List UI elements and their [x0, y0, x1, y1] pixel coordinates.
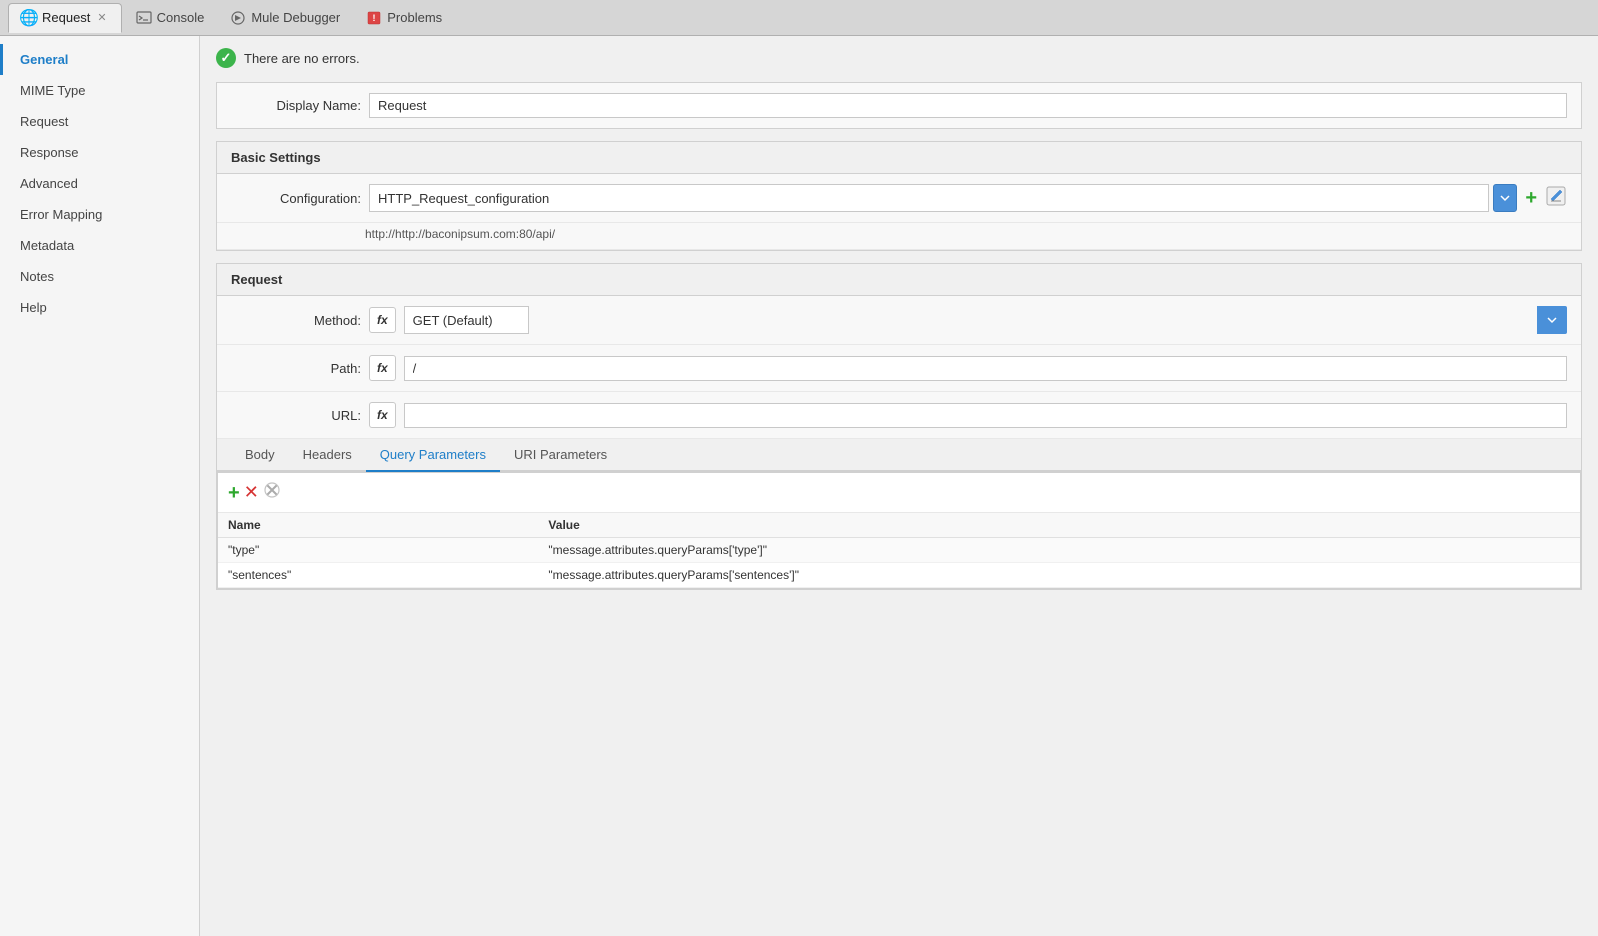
display-name-row: Display Name:	[217, 83, 1581, 128]
tab-uri-parameters[interactable]: URI Parameters	[500, 439, 621, 472]
qp-delete-button[interactable]: ✕	[244, 482, 259, 503]
edit-icon	[1545, 185, 1567, 207]
method-dropdown-icon	[1537, 306, 1567, 334]
qp-row-name: "sentences"	[218, 563, 538, 588]
configuration-url: http://http://baconipsum.com:80/api/	[217, 223, 1581, 250]
content-area: ✓ There are no errors. Display Name: Bas…	[200, 36, 1598, 936]
url-input[interactable]	[404, 403, 1567, 428]
qp-row-name: "type"	[218, 538, 538, 563]
request-section: Request Method: fx GET (Default)	[216, 263, 1582, 590]
sidebar-item-advanced[interactable]: Advanced	[0, 168, 199, 199]
tab-problems-label: Problems	[387, 10, 442, 25]
basic-settings-section: Basic Settings Configuration: +	[216, 141, 1582, 251]
tab-console-label: Console	[157, 10, 205, 25]
sidebar-item-notes[interactable]: Notes	[0, 261, 199, 292]
main-layout: General MIME Type Request Response Advan…	[0, 36, 1598, 936]
tab-console[interactable]: Console	[124, 4, 217, 32]
query-params-area: + ✕ Name Value	[217, 472, 1581, 589]
error-banner-text: There are no errors.	[244, 51, 360, 66]
tab-body[interactable]: Body	[231, 439, 289, 472]
path-input[interactable]	[404, 356, 1567, 381]
tab-request[interactable]: 🌐 Request ✕	[8, 3, 122, 33]
sidebar-item-help[interactable]: Help	[0, 292, 199, 323]
svg-text:!: !	[373, 13, 376, 23]
method-fx-button[interactable]: fx	[369, 307, 396, 333]
tab-mule-debugger[interactable]: Mule Debugger	[218, 4, 352, 32]
sidebar-item-metadata[interactable]: Metadata	[0, 230, 199, 261]
qp-add-button[interactable]: +	[228, 483, 240, 503]
sidebar: General MIME Type Request Response Advan…	[0, 36, 200, 936]
config-select-wrap	[369, 184, 1517, 212]
path-fx-button[interactable]: fx	[369, 355, 396, 381]
sidebar-item-request[interactable]: Request	[0, 106, 199, 137]
add-config-button[interactable]: +	[1525, 188, 1537, 208]
method-select[interactable]: GET (Default)	[404, 306, 529, 334]
request-tab-icon: 🌐	[21, 10, 37, 26]
url-fx-button[interactable]: fx	[369, 402, 396, 428]
method-select-wrap: GET (Default)	[404, 306, 1567, 334]
chevron-down-icon	[1499, 192, 1511, 204]
configuration-label: Configuration:	[231, 191, 361, 206]
sidebar-item-response[interactable]: Response	[0, 137, 199, 168]
tab-headers[interactable]: Headers	[289, 439, 366, 472]
path-label: Path:	[231, 361, 361, 376]
display-name-label: Display Name:	[231, 98, 361, 113]
method-row: Method: fx GET (Default)	[217, 296, 1581, 345]
url-label: URL:	[231, 408, 361, 423]
mule-debugger-tab-icon	[230, 10, 246, 26]
qp-row-value: "message.attributes.queryParams['type']"	[538, 538, 1580, 563]
path-row: Path: fx	[217, 345, 1581, 392]
method-chevron-icon	[1546, 314, 1558, 326]
error-banner: ✓ There are no errors.	[216, 48, 1582, 68]
display-name-input[interactable]	[369, 93, 1567, 118]
qp-toolbar: + ✕	[218, 473, 1580, 513]
qp-col-value: Value	[538, 513, 1580, 538]
tab-request-label: Request	[42, 10, 90, 25]
sidebar-item-mime-type[interactable]: MIME Type	[0, 75, 199, 106]
table-row[interactable]: "sentences""message.attributes.queryPara…	[218, 563, 1580, 588]
sidebar-item-general[interactable]: General	[0, 44, 199, 75]
tab-bar: 🌐 Request ✕ Console Mule Debugger !	[0, 0, 1598, 36]
configuration-input[interactable]	[369, 184, 1489, 212]
qp-col-name: Name	[218, 513, 538, 538]
edit-config-button[interactable]	[1545, 185, 1567, 212]
success-icon: ✓	[216, 48, 236, 68]
param-tabs: Body Headers Query Parameters URI Parame…	[217, 439, 1581, 472]
sidebar-item-error-mapping[interactable]: Error Mapping	[0, 199, 199, 230]
qp-table: Name Value "type""message.attributes.que…	[218, 513, 1580, 588]
display-name-section: Display Name:	[216, 82, 1582, 129]
config-dropdown-btn[interactable]	[1493, 184, 1517, 212]
url-row: URL: fx	[217, 392, 1581, 439]
qp-clear-button[interactable]	[263, 481, 281, 504]
method-label: Method:	[231, 313, 361, 328]
clear-icon	[263, 481, 281, 499]
request-section-header: Request	[217, 264, 1581, 296]
problems-tab-icon: !	[366, 10, 382, 26]
qp-row-value: "message.attributes.queryParams['sentenc…	[538, 563, 1580, 588]
tab-problems[interactable]: ! Problems	[354, 4, 454, 32]
tab-request-close[interactable]: ✕	[95, 11, 108, 24]
console-tab-icon	[136, 10, 152, 26]
table-row[interactable]: "type""message.attributes.queryParams['t…	[218, 538, 1580, 563]
tab-mule-debugger-label: Mule Debugger	[251, 10, 340, 25]
basic-settings-header: Basic Settings	[217, 142, 1581, 174]
configuration-row: Configuration: +	[217, 174, 1581, 223]
tab-query-parameters[interactable]: Query Parameters	[366, 439, 500, 472]
